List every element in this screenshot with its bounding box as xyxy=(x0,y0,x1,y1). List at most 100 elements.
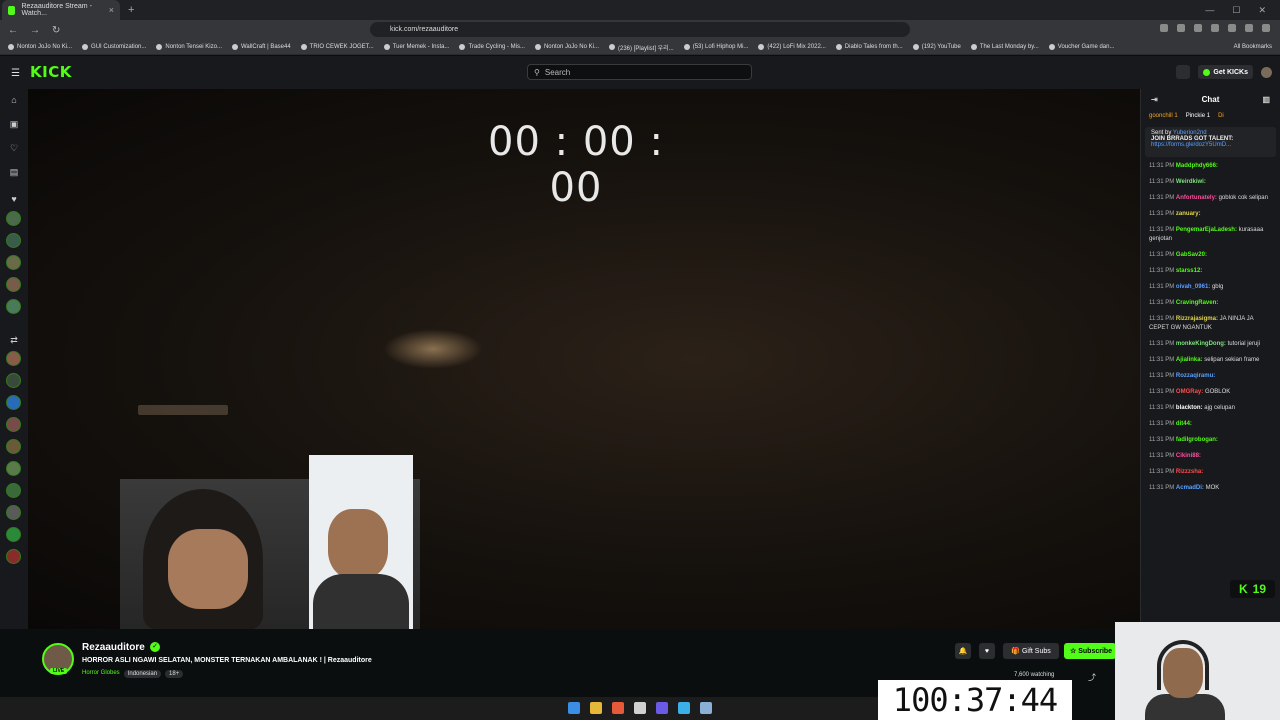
new-tab-button[interactable]: + xyxy=(128,4,134,16)
message-username[interactable]: fadilgrobogan: xyxy=(1176,437,1218,443)
message-username[interactable]: oivah_0961: xyxy=(1176,284,1210,290)
following-icon[interactable]: ♡ xyxy=(8,142,20,154)
bookmark-item[interactable]: The Last Monday by... xyxy=(970,44,1039,50)
subscribe-button[interactable]: ☆ Subscribe xyxy=(1064,643,1116,659)
recommended-channel-avatar[interactable] xyxy=(6,483,21,498)
reload-icon[interactable]: ↻ xyxy=(52,25,60,36)
recommended-channel-avatar[interactable] xyxy=(6,549,21,564)
recommended-channel-avatar[interactable] xyxy=(6,461,21,476)
video-player[interactable]: 00 : 00 : 00 xyxy=(28,89,1140,629)
recommended-channel-avatar[interactable] xyxy=(6,417,21,432)
address-bar[interactable]: kick.com/rezaauditore xyxy=(370,22,910,37)
kick-logo[interactable]: KICK xyxy=(30,63,72,81)
bookmark-item[interactable]: (192) YouTube xyxy=(912,44,961,50)
followed-channel-avatar[interactable] xyxy=(6,255,21,270)
bookmark-item[interactable]: GUI Customization... xyxy=(82,44,146,50)
close-tab-icon[interactable]: × xyxy=(109,5,114,15)
share-icon[interactable]: ⤴ xyxy=(1088,672,1096,683)
bookmark-item[interactable]: Voucher Game dan... xyxy=(1048,44,1114,50)
gifter-item[interactable]: Pinckie 1 xyxy=(1186,113,1210,119)
notification-bell-icon[interactable]: 🔔 xyxy=(955,643,971,659)
message-username[interactable]: OMGRay: xyxy=(1176,389,1203,395)
recommended-channel-avatar[interactable] xyxy=(6,351,21,366)
user-avatar[interactable] xyxy=(1261,66,1272,78)
followed-channel-avatar[interactable] xyxy=(6,233,21,248)
recommended-channel-avatar[interactable] xyxy=(6,395,21,410)
menu-dots-icon[interactable] xyxy=(1262,24,1270,32)
discord-icon[interactable] xyxy=(656,702,668,714)
bookmark-item[interactable]: Diablo Tales from th... xyxy=(835,44,903,50)
bookmark-item[interactable]: (422) LoFi Mix 2022... xyxy=(758,44,826,50)
extension-icon[interactable] xyxy=(1245,24,1253,32)
message-username[interactable]: Maddphdy666: xyxy=(1176,163,1218,169)
message-username[interactable]: Rizzzsha: xyxy=(1176,469,1203,475)
message-username[interactable]: Anfortunately: xyxy=(1176,195,1217,201)
gift-subs-button[interactable]: 🎁 Gift Subs xyxy=(1003,643,1059,659)
bookmark-item[interactable]: Nonton JoJo No Ki... xyxy=(8,44,72,50)
extension-icon[interactable] xyxy=(1194,24,1202,32)
bookmark-item[interactable]: Tuer Memek - Insta... xyxy=(383,44,449,50)
browser-tab[interactable]: Rezaauditore Stream - Watch... × xyxy=(2,0,120,20)
chat-settings-icon[interactable]: ▥ xyxy=(1262,95,1270,104)
hamburger-menu-icon[interactable]: ☰ xyxy=(11,68,20,79)
maximize-icon[interactable]: ☐ xyxy=(1232,5,1240,16)
message-username[interactable]: Ajialinka: xyxy=(1176,357,1203,363)
followed-channel-avatar[interactable] xyxy=(6,299,21,314)
followed-channel-avatar[interactable] xyxy=(6,211,21,226)
windows-start-icon[interactable] xyxy=(568,702,580,714)
browse-icon[interactable]: ▣ xyxy=(8,118,20,130)
message-username[interactable]: starss12: xyxy=(1176,268,1202,274)
chrome-icon[interactable] xyxy=(634,702,646,714)
message-username[interactable]: Rozzaqiramu: xyxy=(1176,373,1215,379)
message-username[interactable]: AcmadDi: xyxy=(1176,485,1204,491)
recommended-channel-avatar[interactable] xyxy=(6,527,21,542)
channel-name[interactable]: Rezaauditore xyxy=(82,642,145,653)
message-username[interactable]: Cikini88: xyxy=(1176,453,1201,459)
message-username[interactable]: Rizzrajasigma: xyxy=(1176,316,1218,322)
extension-icon[interactable] xyxy=(1211,24,1219,32)
edge-icon[interactable] xyxy=(678,702,690,714)
extension-icon[interactable] xyxy=(1177,24,1185,32)
category-link[interactable]: Horror Globes xyxy=(82,670,120,678)
message-username[interactable]: PengemarEjaLadesh: xyxy=(1176,227,1237,233)
message-username[interactable]: blackton: xyxy=(1176,405,1203,411)
recommended-channel-avatar[interactable] xyxy=(6,439,21,454)
extension-icon[interactable] xyxy=(1228,24,1236,32)
follow-heart-icon[interactable]: ♥ xyxy=(979,643,995,659)
bookmark-item[interactable]: Trade Cycling - Mis... xyxy=(459,44,525,50)
pinned-link[interactable]: https://forms.gle/dozY5UmD... xyxy=(1151,142,1270,148)
bookmark-item[interactable]: (236) [Playlist] 우리... xyxy=(608,43,674,52)
extension-icon[interactable] xyxy=(1160,24,1168,32)
bookmark-item[interactable]: WallCraft | Base44 xyxy=(231,44,291,50)
minimize-icon[interactable]: — xyxy=(1205,5,1214,16)
bookmark-item[interactable]: Nonton JoJo No Ki... xyxy=(534,44,599,50)
recommended-channel-avatar[interactable] xyxy=(6,373,21,388)
bookmark-item[interactable]: TRIO CEWEK JOGET... xyxy=(300,44,374,50)
back-icon[interactable]: ← xyxy=(8,25,18,36)
search-input[interactable]: ⚲ Search xyxy=(527,64,752,80)
all-bookmarks-button[interactable]: All Bookmarks xyxy=(1234,44,1280,50)
message-username[interactable]: Weirdkiwi: xyxy=(1176,179,1206,185)
gifter-item[interactable]: goonchill 1 xyxy=(1149,113,1178,119)
gifter-item[interactable]: Di xyxy=(1218,113,1224,119)
bookmark-item[interactable]: Nonton Tensei Kizo... xyxy=(156,44,222,50)
followed-channel-avatar[interactable] xyxy=(6,277,21,292)
message-username[interactable]: CravingRaven: xyxy=(1176,300,1218,306)
message-username[interactable]: dit44: xyxy=(1176,421,1192,427)
get-kicks-button[interactable]: Get KICKs xyxy=(1198,65,1253,79)
collapse-chat-icon[interactable]: ⇥ xyxy=(1151,95,1158,104)
bookmark-item[interactable]: (53) Lofi Hiphop Mi... xyxy=(683,44,748,50)
close-window-icon[interactable]: ✕ xyxy=(1258,5,1266,16)
app-icon[interactable] xyxy=(700,702,712,714)
browse-icon[interactable] xyxy=(1176,65,1191,79)
home-icon[interactable]: ⌂ xyxy=(8,94,20,106)
tag[interactable]: Indonesian xyxy=(123,670,162,678)
message-username[interactable]: monkeKingDong: xyxy=(1176,341,1226,347)
tag[interactable]: 18+ xyxy=(165,670,184,678)
categories-icon[interactable]: ▤ xyxy=(8,166,20,178)
message-username[interactable]: GabSav20: xyxy=(1176,252,1207,258)
forward-icon[interactable]: → xyxy=(30,25,40,36)
file-explorer-icon[interactable] xyxy=(590,702,602,714)
recommended-channel-avatar[interactable] xyxy=(6,505,21,520)
brave-browser-icon[interactable] xyxy=(612,702,624,714)
